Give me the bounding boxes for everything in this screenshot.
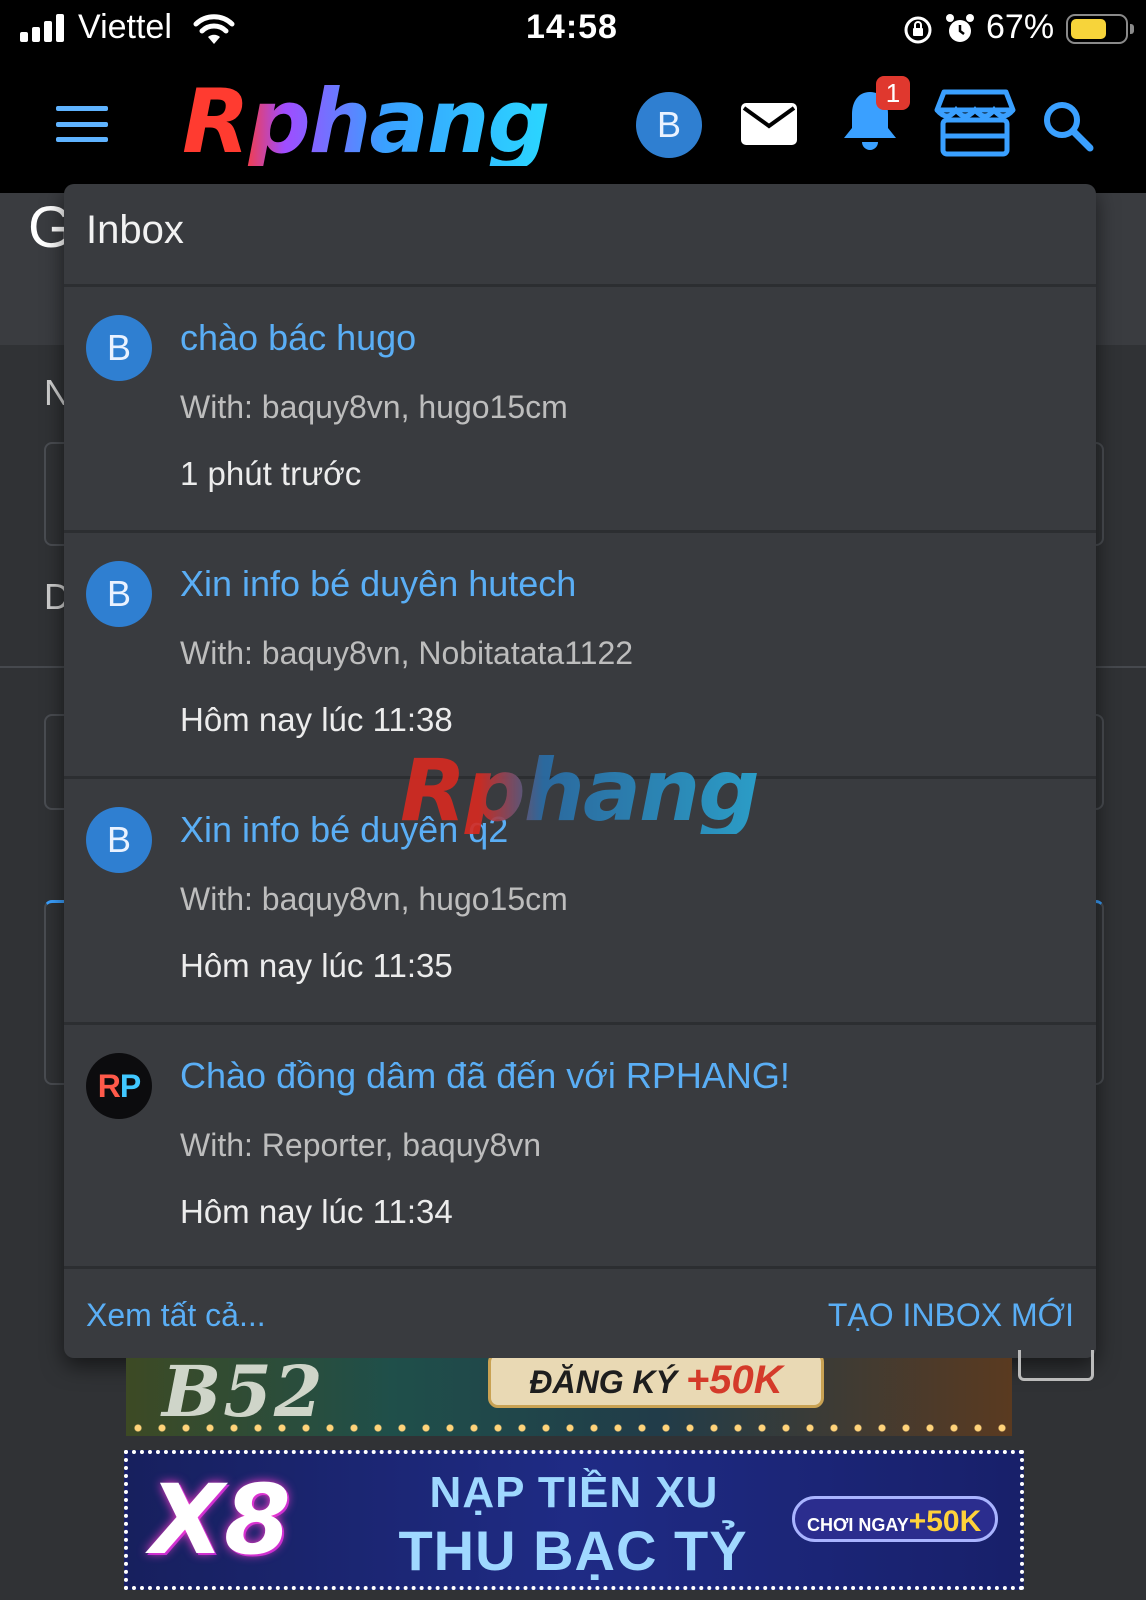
- alarm-icon: [946, 14, 974, 42]
- battery-percent: 67%: [986, 8, 1055, 46]
- inbox-message[interactable]: B Xin info bé duyên hutech With: baquy8v…: [64, 533, 1096, 776]
- message-time: Hôm nay lúc 11:34: [180, 1193, 453, 1230]
- carrier-name: Viettel: [78, 8, 172, 46]
- inbox-title: Inbox: [86, 208, 184, 252]
- sender-avatar[interactable]: B: [86, 315, 152, 381]
- ad-banner-x8[interactable]: X8 NẠP TIỀN XU THU BẠC TỶ CHƠI NGAY+50K: [124, 1450, 1024, 1590]
- cta-text: CHƠI NGAY: [807, 1515, 909, 1535]
- message-time: 1 phút trước: [180, 455, 362, 492]
- ad-line-1: NẠP TIỀN XU: [429, 1468, 719, 1517]
- cta-bonus: +50K: [908, 1505, 982, 1538]
- message-title[interactable]: Xin info bé duyên hutech: [180, 563, 576, 605]
- see-all-link[interactable]: Xem tất cả...: [86, 1297, 266, 1334]
- avatar-letter-p: P: [119, 1068, 141, 1104]
- ad-text: ĐĂNG KÝ: [529, 1364, 677, 1400]
- ad-headline: ĐĂNG KÝ +50K: [488, 1358, 824, 1408]
- ad-line-2: THU BẠC TỶ: [398, 1519, 748, 1582]
- status-bar: Viettel 14:58 67%: [0, 0, 1146, 60]
- sender-avatar[interactable]: B: [86, 561, 152, 627]
- decorative-lights: [126, 1424, 1012, 1432]
- message-title[interactable]: chào bác hugo: [180, 317, 416, 359]
- new-inbox-button[interactable]: TẠO INBOX MỚI: [828, 1297, 1074, 1334]
- sender-avatar[interactable]: B: [86, 807, 152, 873]
- battery-level: [1071, 19, 1106, 39]
- clock: 14:58: [526, 8, 618, 46]
- menu-icon[interactable]: [56, 106, 108, 142]
- rotation-lock-icon: [904, 16, 932, 44]
- watermark-logo: Rphang: [400, 741, 760, 841]
- inbox-message[interactable]: RP Chào đồng dâm đã đến với RPHANG! With…: [64, 1025, 1096, 1268]
- user-avatar[interactable]: B: [636, 92, 702, 158]
- battery-icon: [1066, 14, 1134, 44]
- ad-brand: X8: [150, 1464, 291, 1576]
- avatar-letter-r: R: [97, 1068, 121, 1104]
- store-icon[interactable]: [934, 88, 1016, 158]
- ad-brand: B52: [162, 1358, 325, 1433]
- close-ad-button[interactable]: [1018, 1350, 1094, 1381]
- message-participants: With: baquy8vn, hugo15cm: [180, 389, 568, 425]
- message-participants: With: baquy8vn, hugo15cm: [180, 881, 568, 917]
- site-header: Rphang B 1: [0, 60, 1146, 193]
- search-icon[interactable]: [1040, 98, 1094, 152]
- ad-bonus: +50K: [685, 1358, 783, 1402]
- message-participants: With: Reporter, baquy8vn: [180, 1127, 542, 1163]
- inbox-message[interactable]: B chào bác hugo With: baquy8vn, hugo15cm…: [64, 287, 1096, 530]
- mail-icon[interactable]: [740, 102, 798, 146]
- message-time: Hôm nay lúc 11:35: [180, 947, 453, 984]
- notification-badge: 1: [876, 76, 910, 110]
- message-title[interactable]: Chào đồng dâm đã đến với RPHANG!: [180, 1055, 790, 1097]
- inbox-footer: Xem tất cả... TẠO INBOX MỚI: [64, 1269, 1096, 1358]
- ad-cta-button[interactable]: CHƠI NGAY+50K: [792, 1496, 998, 1542]
- message-participants: With: baquy8vn, Nobitatata1122: [180, 635, 634, 671]
- wifi-icon: [193, 14, 235, 44]
- signal-icon: [20, 14, 64, 42]
- reporter-avatar[interactable]: RP: [86, 1053, 152, 1119]
- message-time: Hôm nay lúc 11:38: [180, 701, 453, 738]
- ad-banner-b52[interactable]: B52 ĐĂNG KÝ +50K: [126, 1358, 1012, 1436]
- site-logo[interactable]: Rphang: [182, 78, 550, 166]
